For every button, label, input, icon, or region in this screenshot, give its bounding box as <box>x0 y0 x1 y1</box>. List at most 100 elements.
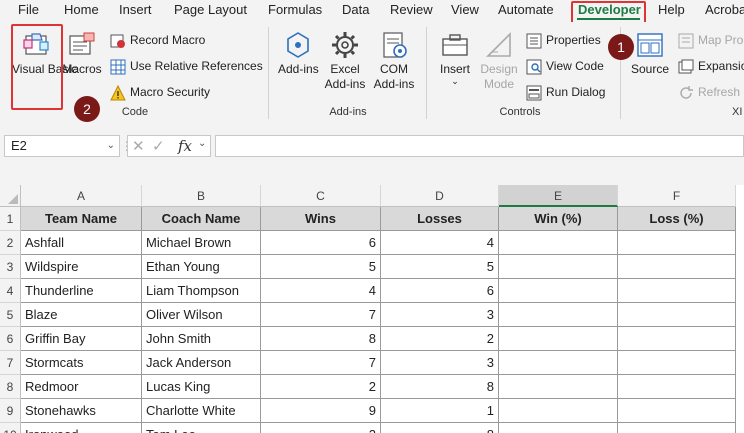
run-dialog-button[interactable]: Run Dialog <box>526 82 605 102</box>
tab-help[interactable]: Help <box>658 2 685 17</box>
table-cell[interactable] <box>499 279 618 303</box>
properties-button[interactable]: Properties <box>526 30 601 50</box>
table-cell[interactable]: 3 <box>381 351 499 375</box>
table-cell[interactable]: Wildspire <box>21 255 142 279</box>
table-cell[interactable]: 8 <box>381 423 499 433</box>
column-header-b[interactable]: B <box>142 185 261 207</box>
column-header-f[interactable]: F <box>618 185 736 207</box>
macros-button[interactable]: Macros <box>62 30 102 77</box>
cancel-icon[interactable]: ✕ <box>132 137 145 155</box>
table-cell[interactable] <box>499 423 618 433</box>
table-cell[interactable]: Stonehawks <box>21 399 142 423</box>
column-header-c[interactable]: C <box>261 185 381 207</box>
excel-addins-button[interactable]: Excel Add-ins <box>322 30 368 92</box>
table-cell[interactable]: Charlotte White <box>142 399 261 423</box>
table-cell[interactable] <box>618 375 736 399</box>
table-cell[interactable]: 4 <box>261 279 381 303</box>
tab-page-layout[interactable]: Page Layout <box>174 2 247 17</box>
tab-data[interactable]: Data <box>342 2 369 17</box>
table-cell[interactable]: Ashfall <box>21 231 142 255</box>
row-header-6[interactable]: 6 <box>0 327 21 351</box>
table-cell[interactable]: Blaze <box>21 303 142 327</box>
table-cell[interactable]: 6 <box>261 231 381 255</box>
table-cell[interactable] <box>499 327 618 351</box>
select-all-button[interactable] <box>0 185 21 207</box>
tab-formulas[interactable]: Formulas <box>268 2 322 17</box>
table-cell[interactable]: 8 <box>261 327 381 351</box>
header-cell[interactable]: Team Name <box>21 207 142 231</box>
row-header-8[interactable]: 8 <box>0 375 21 399</box>
column-header-d[interactable]: D <box>381 185 499 207</box>
table-cell[interactable]: Ethan Young <box>142 255 261 279</box>
table-cell[interactable]: 1 <box>381 399 499 423</box>
row-header-7[interactable]: 7 <box>0 351 21 375</box>
table-cell[interactable] <box>618 327 736 351</box>
table-cell[interactable]: John Smith <box>142 327 261 351</box>
column-header-e[interactable]: E <box>499 185 618 207</box>
table-cell[interactable] <box>618 399 736 423</box>
row-header-10[interactable]: 10 <box>0 423 21 433</box>
view-code-button[interactable]: View Code <box>526 56 604 76</box>
table-cell[interactable]: 4 <box>381 231 499 255</box>
row-header-4[interactable]: 4 <box>0 279 21 303</box>
enter-icon[interactable]: ✓ <box>152 137 165 155</box>
table-cell[interactable]: 3 <box>381 303 499 327</box>
record-macro-button[interactable]: Record Macro <box>110 30 205 50</box>
header-cell[interactable]: Win (%) <box>499 207 618 231</box>
table-cell[interactable] <box>618 279 736 303</box>
table-cell[interactable]: Michael Brown <box>142 231 261 255</box>
row-header-2[interactable]: 2 <box>0 231 21 255</box>
table-cell[interactable]: Liam Thompson <box>142 279 261 303</box>
table-cell[interactable] <box>618 423 736 433</box>
table-cell[interactable] <box>499 303 618 327</box>
table-cell[interactable]: Ironwood <box>21 423 142 433</box>
table-cell[interactable] <box>499 351 618 375</box>
row-header-5[interactable]: 5 <box>0 303 21 327</box>
tab-insert[interactable]: Insert <box>119 2 152 17</box>
table-cell[interactable]: 2 <box>261 423 381 433</box>
table-cell[interactable]: Griffin Bay <box>21 327 142 351</box>
name-box[interactable]: E2 ⌄ <box>4 135 120 157</box>
design-mode-button[interactable]: Design Mode <box>478 30 520 92</box>
tab-review[interactable]: Review <box>390 2 433 17</box>
formula-input[interactable] <box>215 135 744 157</box>
tab-automate[interactable]: Automate <box>498 2 554 17</box>
table-cell[interactable]: Stormcats <box>21 351 142 375</box>
insert-function-icon[interactable]: fx <box>178 137 192 155</box>
table-cell[interactable]: Lucas King <box>142 375 261 399</box>
table-cell[interactable]: 6 <box>381 279 499 303</box>
table-cell[interactable]: 7 <box>261 303 381 327</box>
table-cell[interactable] <box>499 375 618 399</box>
table-cell[interactable] <box>618 255 736 279</box>
tab-acrobat[interactable]: Acrobat <box>705 2 744 17</box>
map-properties-button[interactable]: Map Prop <box>678 30 744 50</box>
row-header-1[interactable]: 1 <box>0 207 21 231</box>
source-button[interactable]: Source <box>628 30 672 77</box>
column-header-a[interactable]: A <box>21 185 142 207</box>
table-cell[interactable]: Thunderline <box>21 279 142 303</box>
tab-home[interactable]: Home <box>64 2 99 17</box>
header-cell[interactable]: Losses <box>381 207 499 231</box>
table-cell[interactable]: 7 <box>261 351 381 375</box>
table-cell[interactable] <box>499 231 618 255</box>
com-addins-button[interactable]: COM Add-ins <box>372 30 416 92</box>
refresh-data-button[interactable]: Refresh D <box>678 82 744 102</box>
table-cell[interactable]: Redmoor <box>21 375 142 399</box>
table-cell[interactable]: 2 <box>261 375 381 399</box>
header-cell[interactable]: Coach Name <box>142 207 261 231</box>
addins-button[interactable]: Add-ins <box>278 30 319 77</box>
table-cell[interactable] <box>618 303 736 327</box>
insert-control-button[interactable]: Insert ⌄ <box>436 30 474 86</box>
table-cell[interactable] <box>618 231 736 255</box>
table-cell[interactable]: 5 <box>381 255 499 279</box>
table-cell[interactable]: Oliver Wilson <box>142 303 261 327</box>
chevron-down-icon[interactable]: ⌄ <box>198 138 206 149</box>
tab-file[interactable]: File <box>18 2 39 17</box>
row-header-3[interactable]: 3 <box>0 255 21 279</box>
table-cell[interactable] <box>499 399 618 423</box>
table-cell[interactable] <box>499 255 618 279</box>
table-cell[interactable]: 5 <box>261 255 381 279</box>
table-cell[interactable]: 2 <box>381 327 499 351</box>
table-cell[interactable]: Tom Lee <box>142 423 261 433</box>
macro-security-button[interactable]: Macro Security <box>110 82 210 102</box>
